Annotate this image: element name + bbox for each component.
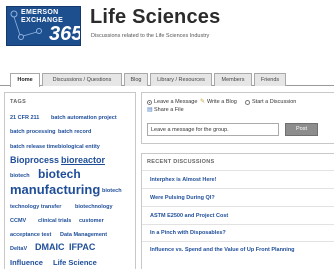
start-discussion-option[interactable]: Start a Discussion [252, 99, 296, 105]
page-subtitle: Discussions related to the Life Sciences… [91, 33, 210, 39]
pencil-icon: ✎ [200, 99, 206, 105]
discussion-link[interactable]: Were Pulsing During QI? [150, 195, 330, 202]
tag-link[interactable]: customer [79, 218, 104, 224]
tag-link[interactable]: clinical trials [38, 218, 71, 224]
tag-link[interactable]: biotech [38, 167, 81, 181]
tag-link[interactable]: batch record [58, 129, 91, 135]
tab-bar: Home Discussions / Questions Blog Librar… [0, 68, 334, 87]
file-icon: ▤ [147, 107, 153, 113]
tag-link[interactable]: biotech [102, 188, 122, 194]
recent-discussions-panel: RECENT DISCUSSIONS Interphex is Almost H… [141, 153, 334, 269]
tag-link[interactable]: batch processing [10, 129, 56, 135]
list-item: Were Pulsing During QI? [142, 188, 334, 206]
list-item: Interphex is Almost Here! [142, 170, 334, 188]
tag-link[interactable]: Life Science [53, 258, 97, 267]
start-discussion-radio[interactable] [245, 100, 250, 105]
list-item: In a Pinch with Disposables? [142, 224, 334, 241]
tab-home[interactable]: Home [10, 73, 40, 87]
tag-link[interactable]: batch automation project [51, 115, 117, 121]
post-button[interactable]: Post [285, 123, 318, 136]
tab-discussions-questions[interactable]: Discussions / Questions [42, 73, 122, 86]
tag-link[interactable]: Bioprocess [10, 155, 59, 165]
tag-link[interactable]: Influence [10, 258, 43, 267]
leave-message-option[interactable]: Leave a Message [154, 99, 197, 105]
tags-panel: TAGS 21 CFR 211 batch automation project… [4, 92, 136, 269]
page-title: Life Sciences [90, 6, 221, 28]
write-blog-option[interactable]: Write a Blog [207, 99, 237, 105]
logo-text-365: 365 [49, 23, 81, 45]
tag-link[interactable]: manufacturing [10, 182, 100, 197]
tab-friends[interactable]: Friends [254, 73, 286, 86]
discussion-link[interactable]: ASTM E2500 and Project Cost [150, 213, 330, 220]
tag-link[interactable]: 21 CFR 211 [10, 115, 39, 121]
tab-library-resources[interactable]: Library / Resources [150, 73, 212, 86]
site-header: EMERSON EXCHANGE 365 Life Sciences Discu… [0, 0, 334, 68]
tag-link[interactable]: IFPAC [69, 242, 95, 252]
list-item: ASTM E2500 and Project Cost [142, 206, 334, 224]
tag-link[interactable]: CCMV [10, 218, 26, 224]
tag-link[interactable]: batch release time [10, 144, 58, 150]
tag-link[interactable]: technology transfer [10, 204, 61, 210]
post-panel: Leave a Message ✎ Write a Blog Start a D… [141, 92, 334, 144]
tab-members[interactable]: Members [214, 73, 252, 86]
discussion-link[interactable]: In a Pinch with Disposables? [150, 230, 330, 237]
message-input[interactable] [147, 123, 279, 136]
discussion-link[interactable]: Influence vs. Spend and the Value of Up … [150, 247, 315, 254]
discussion-link[interactable]: Interphex is Almost Here! [150, 177, 330, 184]
tag-link[interactable]: bioreactor [61, 155, 105, 165]
emerson-exchange-logo[interactable]: EMERSON EXCHANGE 365 [6, 6, 81, 46]
tag-link[interactable]: biotechnology [75, 204, 113, 210]
list-item: Influence vs. Spend and the Value of Up … [142, 241, 334, 269]
recent-discussions-title: RECENT DISCUSSIONS [147, 159, 215, 165]
tag-link[interactable]: biotech [10, 173, 30, 179]
logo-text-emerson: EMERSON [21, 9, 59, 16]
tag-link[interactable]: DeltaV [10, 246, 27, 252]
tags-title: TAGS [10, 99, 27, 105]
tag-link[interactable]: Data Management [60, 232, 107, 238]
leave-message-radio[interactable] [147, 100, 152, 105]
tab-blog[interactable]: Blog [124, 73, 148, 86]
tag-link[interactable]: acceptance test [10, 232, 51, 238]
tag-link[interactable]: DMAIC [35, 242, 65, 252]
share-file-option[interactable]: Share a File [154, 107, 184, 113]
tag-link[interactable]: biological entity [58, 144, 100, 150]
